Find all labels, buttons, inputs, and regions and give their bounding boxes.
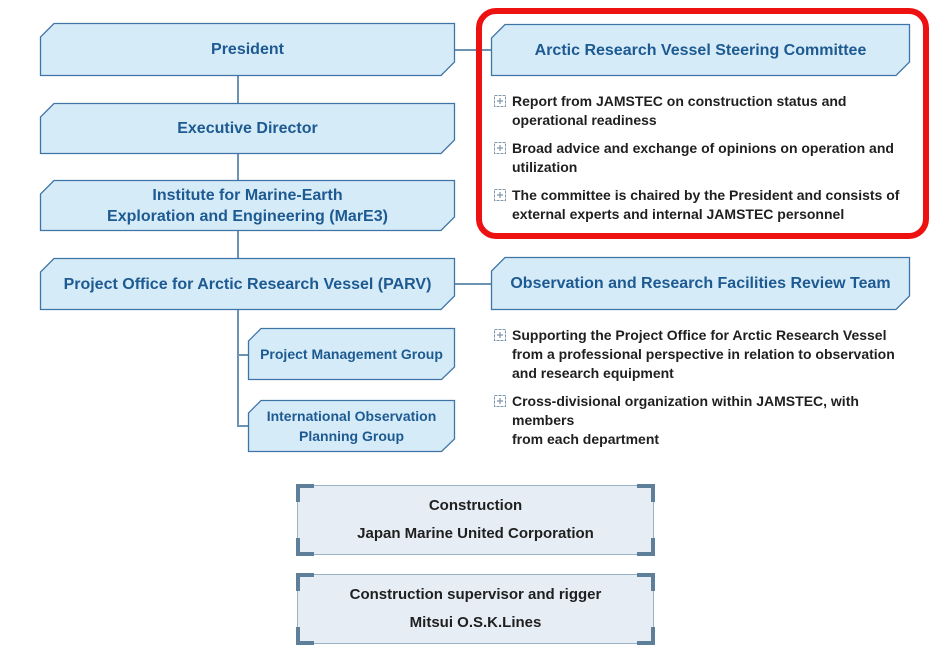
connector-parv-to-groups — [237, 310, 239, 426]
boxed-plus-icon — [494, 189, 506, 201]
corner-bracket — [637, 573, 655, 591]
boxed-plus-icon — [494, 395, 506, 407]
corner-bracket — [637, 538, 655, 556]
steering-committee-notes: Report from JAMSTEC on construction stat… — [494, 92, 914, 233]
boxed-plus-icon — [494, 329, 506, 341]
connector-executive-to-mare3 — [237, 154, 239, 180]
node-label: President — [211, 41, 284, 58]
node-international-observation-planning-group: International Observation Planning Group — [247, 399, 456, 453]
corner-bracket — [637, 484, 655, 502]
node-label: Project Management Group — [260, 346, 443, 362]
note-item: Broad advice and exchange of opinions on… — [494, 139, 914, 177]
node-label-line-2: Exploration and Engineering (MarE3) — [107, 207, 388, 225]
contractor-role: Construction — [428, 497, 523, 514]
node-mare3: Institute for Marine-Earth Exploration a… — [39, 179, 456, 232]
contractor-construction: Construction Japan Marine United Corpora… — [296, 484, 655, 556]
note-line-3: and research equipment — [512, 365, 674, 381]
note-item: Cross-divisional organization within JAM… — [494, 392, 924, 449]
connector-mare3-to-parv — [237, 231, 239, 258]
connector-to-iopg — [237, 425, 248, 427]
node-label-line-1: International Observation — [266, 408, 437, 424]
review-team-notes: Supporting the Project Office for Arctic… — [494, 326, 924, 458]
node-label-line-1: Institute for Marine-Earth — [152, 186, 343, 204]
note-line-1: Report from JAMSTEC on construction stat… — [512, 93, 847, 109]
note-item: The committee is chaired by the Presiden… — [494, 186, 914, 224]
corner-bracket — [637, 627, 655, 645]
boxed-plus-icon — [494, 95, 506, 107]
node-label: Project Office for Arctic Research Vesse… — [63, 275, 432, 293]
corner-bracket — [296, 627, 314, 645]
corner-bracket — [296, 538, 314, 556]
node-executive-director: Executive Director — [39, 102, 456, 155]
note-line-1: The committee is chaired by the Presiden… — [512, 187, 900, 203]
connector-to-pmg — [237, 354, 248, 356]
connector-parv-to-review-team — [455, 283, 491, 285]
note-item: Report from JAMSTEC on construction stat… — [494, 92, 914, 130]
node-parv: Project Office for Arctic Research Vesse… — [39, 257, 456, 311]
node-label-line-2: Planning Group — [299, 428, 404, 444]
note-line-2: operational readiness — [512, 112, 657, 128]
note-item: Supporting the Project Office for Arctic… — [494, 326, 924, 383]
note-line-1: Supporting the Project Office for Arctic… — [512, 327, 887, 343]
contractor-role: Construction supervisor and rigger — [349, 586, 602, 603]
contractor-supervisor: Construction supervisor and rigger Mitsu… — [296, 573, 655, 645]
note-line-2: from a professional perspective in relat… — [512, 346, 895, 362]
note-line-1: Broad advice and exchange of opinions on… — [512, 140, 894, 156]
node-label: Arctic Research Vessel Steering Committe… — [534, 41, 867, 59]
node-president: President — [39, 22, 456, 77]
boxed-plus-icon — [494, 142, 506, 154]
contractor-name: Mitsui O.S.K.Lines — [409, 614, 542, 631]
note-line-2: utilization — [512, 159, 578, 175]
note-line-2: external experts and internal JAMSTEC pe… — [512, 206, 845, 222]
node-steering-committee: Arctic Research Vessel Steering Committe… — [490, 23, 911, 77]
node-label: Executive Director — [177, 120, 318, 137]
node-review-team: Observation and Research Facilities Revi… — [490, 256, 911, 311]
node-label: Observation and Research Facilities Revi… — [510, 275, 891, 292]
connector-president-to-executive — [237, 76, 239, 103]
note-line-2: from each department — [512, 431, 660, 447]
contractor-name: Japan Marine United Corporation — [357, 525, 594, 542]
note-line-1: Cross-divisional organization within JAM… — [512, 393, 859, 428]
corner-bracket — [296, 484, 314, 502]
node-project-management-group: Project Management Group — [247, 327, 456, 381]
corner-bracket — [296, 573, 314, 591]
